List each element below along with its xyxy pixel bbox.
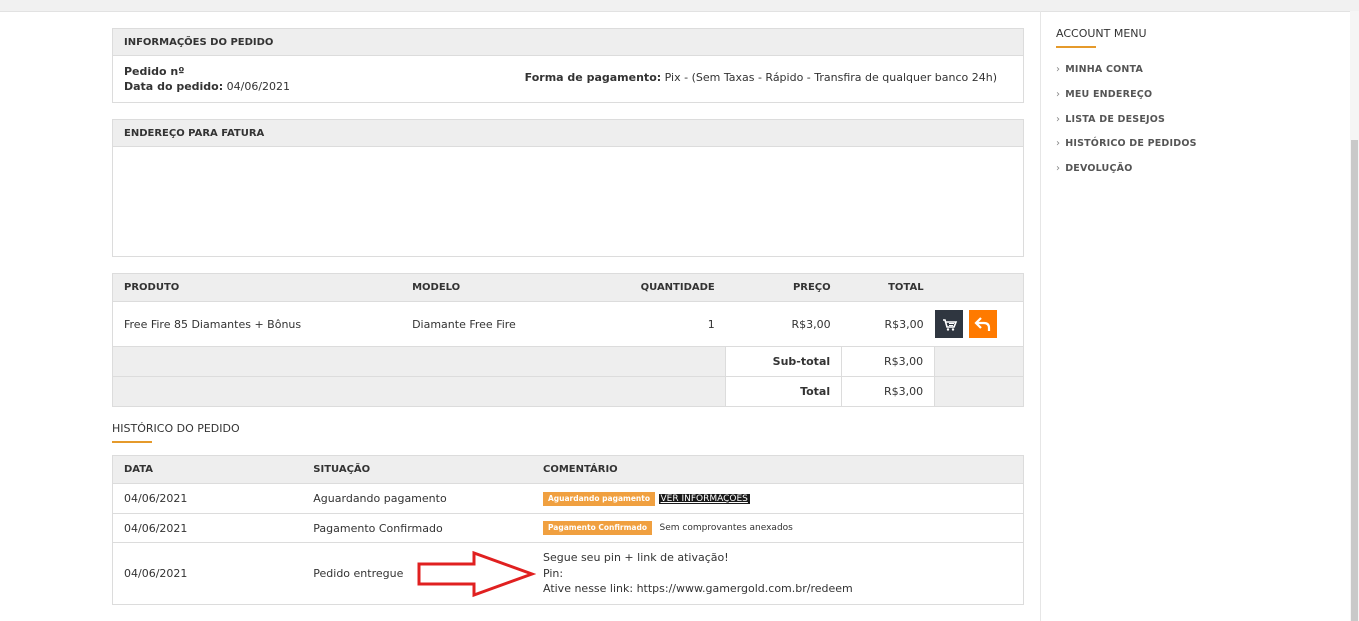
col-quantity: QUANTIDADE bbox=[600, 273, 726, 302]
history-table: DATA SITUAÇÃO COMENTÁRIO 04/06/2021 Agua… bbox=[112, 455, 1024, 605]
payment-method-value: Pix - (Sem Taxas - Rápido - Transfira de… bbox=[664, 71, 997, 84]
delivery-link-line[interactable]: Ative nesse link: https://www.gamergold.… bbox=[543, 581, 1012, 597]
history-title: HISTÓRICO DO PEDIDO bbox=[112, 422, 240, 435]
chevron-right-icon: › bbox=[1056, 138, 1061, 150]
product-quantity: 1 bbox=[600, 301, 726, 347]
history-date: 04/06/2021 bbox=[112, 483, 303, 514]
table-row: Free Fire 85 Diamantes + Bônus Diamante … bbox=[112, 301, 1024, 347]
product-total: R$3,00 bbox=[841, 301, 935, 347]
col-product: PRODUTO bbox=[112, 273, 402, 302]
history-status: Aguardando pagamento bbox=[302, 483, 532, 514]
order-number-label: Pedido nº bbox=[124, 65, 185, 78]
table-row: 04/06/2021 Pedido entregue Segue seu pin… bbox=[112, 542, 1024, 605]
total-label: Total bbox=[725, 376, 843, 407]
order-date-label: Data do pedido: bbox=[124, 80, 224, 93]
history-title-underline bbox=[112, 441, 152, 443]
cart-plus-icon bbox=[942, 319, 957, 331]
menu-item-minha-conta[interactable]: › MINHA CONTA bbox=[1056, 62, 1197, 87]
chevron-right-icon: › bbox=[1056, 88, 1061, 100]
order-info-header: INFORMAÇÕES DO PEDIDO bbox=[113, 29, 1023, 56]
product-price: R$3,00 bbox=[725, 301, 842, 347]
col-price: PREÇO bbox=[725, 273, 842, 302]
billing-address-panel: ENDEREÇO PARA FATURA bbox=[112, 119, 1024, 257]
reply-arrow-icon bbox=[974, 317, 990, 331]
menu-item-meu-endereco[interactable]: › MEU ENDEREÇO bbox=[1056, 87, 1197, 112]
return-button[interactable] bbox=[968, 310, 997, 338]
reorder-button[interactable] bbox=[934, 310, 963, 338]
history-status: Pagamento Confirmado bbox=[302, 513, 532, 543]
menu-item-historico-pedidos[interactable]: › HISTÓRICO DE PEDIDOS bbox=[1056, 136, 1197, 161]
subtotal-label: Sub-total bbox=[725, 346, 843, 377]
billing-address-header: ENDEREÇO PARA FATURA bbox=[113, 120, 1023, 147]
delivery-message-line: Segue seu pin + link de ativação! bbox=[542, 551, 729, 565]
total-value: R$3,00 bbox=[841, 376, 936, 407]
history-date: 04/06/2021 bbox=[112, 513, 303, 543]
scrollbar-thumb[interactable] bbox=[1351, 140, 1358, 621]
order-info-panel: INFORMAÇÕES DO PEDIDO Pedido nº Data do … bbox=[112, 28, 1024, 103]
subtotal-value: R$3,00 bbox=[841, 346, 936, 377]
col-model: MODELO bbox=[401, 273, 601, 302]
status-badge: Pagamento Confirmado bbox=[542, 521, 653, 535]
col-total: TOTAL bbox=[841, 273, 935, 302]
history-note: Sem comprovantes anexados bbox=[659, 523, 793, 533]
col-date: DATA bbox=[112, 455, 303, 484]
products-table: PRODUTO MODELO QUANTIDADE PREÇO TOTAL Fr… bbox=[111, 273, 1024, 407]
product-name: Free Fire 85 Diamantes + Bônus bbox=[112, 301, 402, 347]
red-arrow-icon bbox=[417, 550, 536, 598]
column-divider bbox=[1040, 11, 1041, 621]
payment-method-label: Forma de pagamento: bbox=[524, 71, 662, 84]
chevron-right-icon: › bbox=[1056, 64, 1061, 75]
top-strip bbox=[0, 0, 1359, 12]
col-status: SITUAÇÃO bbox=[302, 455, 532, 484]
account-menu-underline bbox=[1056, 46, 1096, 48]
history-date: 04/06/2021 bbox=[112, 542, 303, 605]
delivery-pin-line: Pin: bbox=[542, 566, 564, 580]
table-row: 04/06/2021 Pagamento Confirmado Pagament… bbox=[112, 513, 1024, 543]
menu-item-lista-desejos[interactable]: › LISTA DE DESEJOS bbox=[1056, 112, 1197, 137]
account-menu-title: ACCOUNT MENU bbox=[1056, 27, 1147, 40]
account-menu: ACCOUNT MENU › MINHA CONTA › MEU ENDEREÇO … bbox=[1056, 27, 1197, 186]
table-row: 04/06/2021 Aguardando pagamento Aguardan… bbox=[112, 483, 1024, 514]
status-badge: Aguardando pagamento bbox=[542, 491, 655, 506]
menu-item-devolucao[interactable]: › DEVOLUÇÃO bbox=[1056, 161, 1197, 186]
product-model: Diamante Free Fire bbox=[401, 301, 601, 347]
view-info-link[interactable]: VER INFORMAÇÕES bbox=[658, 493, 750, 504]
chevron-right-icon: › bbox=[1056, 113, 1061, 125]
col-comment: COMENTÁRIO bbox=[531, 455, 1024, 484]
chevron-right-icon: › bbox=[1056, 163, 1061, 175]
order-date-value: 04/06/2021 bbox=[226, 80, 291, 93]
